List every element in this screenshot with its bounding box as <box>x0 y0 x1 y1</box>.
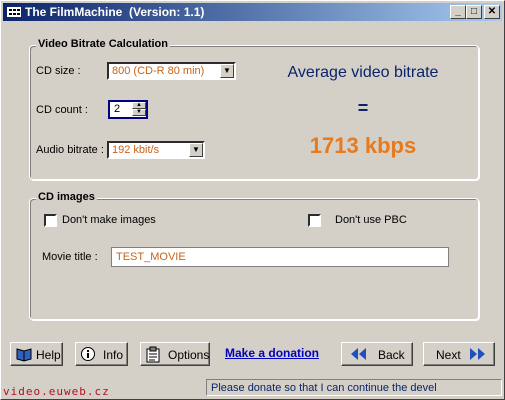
cd-size-select[interactable]: 800 (CD-R 80 min) ▼ <box>107 62 236 80</box>
book-icon <box>16 348 32 362</box>
main-window: The FilmMachine (Version: 1.1) _ □ ✕ Vid… <box>0 0 505 400</box>
watermark-text: video.euweb.cz <box>3 385 110 398</box>
bitrate-group-title: Video Bitrate Calculation <box>36 38 170 50</box>
close-button[interactable]: ✕ <box>484 5 500 19</box>
audio-bitrate-label: Audio bitrate : <box>36 144 104 156</box>
result-value: 1713 kbps <box>309 133 417 158</box>
back-button[interactable]: Back <box>341 342 413 366</box>
cd-size-label: CD size : <box>36 65 81 77</box>
options-label: Options <box>168 348 210 362</box>
back-label: Back <box>378 348 405 362</box>
minimize-button[interactable]: _ <box>450 5 466 19</box>
dont-make-images-label[interactable]: Don't make images <box>62 214 156 226</box>
double-left-arrow-icon <box>351 348 366 360</box>
movie-title-value: TEST_MOVIE <box>116 251 186 263</box>
cd-images-group-title: CD images <box>36 191 97 203</box>
result-equals: = <box>357 98 369 118</box>
make-donation-link[interactable]: Make a donation <box>225 346 319 360</box>
title-bar[interactable]: The FilmMachine (Version: 1.1) _ □ ✕ <box>3 3 502 21</box>
movie-title-input[interactable]: TEST_MOVIE <box>111 247 449 267</box>
spin-up-icon[interactable]: ▲ <box>132 102 146 109</box>
result-title: Average video bitrate <box>287 64 439 81</box>
info-icon <box>81 347 95 361</box>
audio-bitrate-value: 192 kbit/s <box>112 144 160 156</box>
movie-title-label: Movie title : <box>42 251 98 263</box>
options-button[interactable]: Options <box>140 342 210 366</box>
next-label: Next <box>436 348 461 362</box>
info-label: Info <box>103 348 124 362</box>
cd-count-spinner[interactable]: 2 ▲ ▼ <box>108 100 148 119</box>
dont-use-pbc-label[interactable]: Don't use PBC <box>335 214 407 226</box>
window-title: The FilmMachine (Version: 1.1) <box>25 5 205 19</box>
double-right-arrow-icon <box>470 348 485 360</box>
dropdown-arrow-icon[interactable]: ▼ <box>189 143 203 157</box>
clipboard-icon <box>146 346 160 363</box>
maximize-button[interactable]: □ <box>466 5 482 19</box>
cd-count-value: 2 <box>114 103 121 115</box>
cd-size-value: 800 (CD-R 80 min) <box>112 65 205 77</box>
next-button[interactable]: Next <box>423 342 495 366</box>
help-button[interactable]: Help <box>10 342 63 366</box>
cd-count-label: CD count : <box>36 104 88 116</box>
film-icon <box>7 7 21 17</box>
help-label: Help <box>36 348 61 362</box>
status-text: Please donate so that I can continue the… <box>211 382 437 394</box>
spin-down-icon[interactable]: ▼ <box>132 109 146 116</box>
dont-make-images-checkbox[interactable] <box>44 214 57 227</box>
status-bar: Please donate so that I can continue the… <box>206 379 502 396</box>
info-button[interactable]: Info <box>75 342 128 366</box>
dropdown-arrow-icon[interactable]: ▼ <box>220 64 234 78</box>
audio-bitrate-select[interactable]: 192 kbit/s ▼ <box>107 141 205 159</box>
dont-use-pbc-checkbox[interactable] <box>308 214 321 227</box>
